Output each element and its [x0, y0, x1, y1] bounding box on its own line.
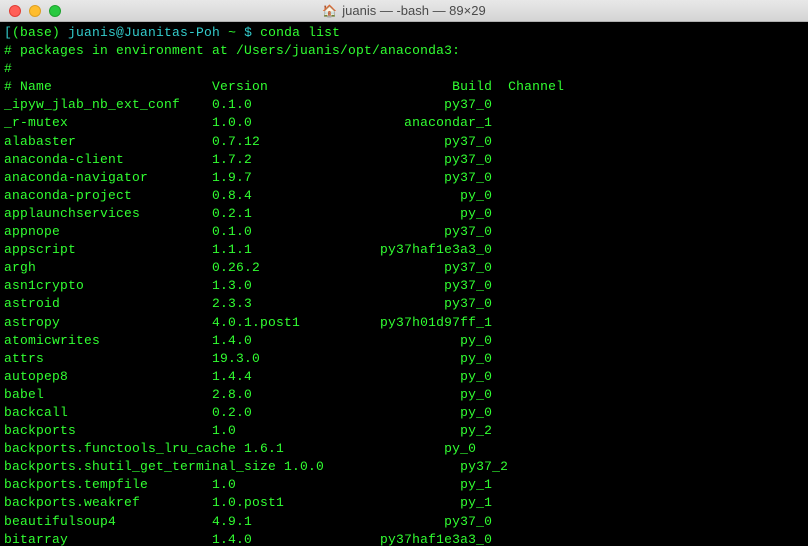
terminal-line: anaconda-client 1.7.2 py37_0 [4, 151, 804, 169]
prompt-env: (base) [12, 25, 68, 40]
table-row: anaconda-client 1.7.2 py37_0 [4, 152, 492, 167]
table-row: appscript 1.1.1 py37haf1e3a3_0 [4, 242, 492, 257]
traffic-lights [0, 5, 61, 17]
prompt-bracket: [ [4, 25, 12, 40]
table-row: anaconda-project 0.8.4 py_0 [4, 188, 492, 203]
table-row: backports.weakref 1.0.post1 py_1 [4, 495, 492, 510]
window-title: 🏠 juanis — -bash — 89×29 [0, 3, 808, 18]
table-row: argh 0.26.2 py37_0 [4, 260, 492, 275]
terminal-line: backports.functools_lru_cache 1.6.1 py_0 [4, 440, 804, 458]
table-row: _r-mutex 1.0.0 anacondar_1 [4, 115, 492, 130]
terminal-line: # [4, 60, 804, 78]
table-row: alabaster 0.7.12 py37_0 [4, 134, 492, 149]
env-comment: # packages in environment at /Users/juan… [4, 43, 460, 58]
prompt-dollar: $ [244, 25, 260, 40]
terminal-line: attrs 19.3.0 py_0 [4, 350, 804, 368]
table-row: backports.tempfile 1.0 py_1 [4, 477, 492, 492]
terminal-line: appnope 0.1.0 py37_0 [4, 223, 804, 241]
table-row: bitarray 1.4.0 py37haf1e3a3_0 [4, 532, 492, 546]
terminal-line: argh 0.26.2 py37_0 [4, 259, 804, 277]
terminal-line: astroid 2.3.3 py37_0 [4, 295, 804, 313]
terminal-line: backcall 0.2.0 py_0 [4, 404, 804, 422]
terminal-line: beautifulsoup4 4.9.1 py37_0 [4, 513, 804, 531]
terminal-line: _ipyw_jlab_nb_ext_conf 0.1.0 py37_0 [4, 96, 804, 114]
table-row: beautifulsoup4 4.9.1 py37_0 [4, 514, 492, 529]
window-title-text: juanis — -bash — 89×29 [342, 3, 485, 18]
terminal-line: atomicwrites 1.4.0 py_0 [4, 332, 804, 350]
maximize-icon[interactable] [49, 5, 61, 17]
prompt-userhost: juanis@Juanitas-Poh [68, 25, 228, 40]
table-row: astroid 2.3.3 py37_0 [4, 296, 492, 311]
minimize-icon[interactable] [29, 5, 41, 17]
prompt-path: ~ [228, 25, 244, 40]
terminal-line: bitarray 1.4.0 py37haf1e3a3_0 [4, 531, 804, 546]
terminal-output[interactable]: [(base) juanis@Juanitas-Poh ~ $ conda li… [0, 22, 808, 546]
titlebar: 🏠 juanis — -bash — 89×29 [0, 0, 808, 22]
table-row: asn1crypto 1.3.0 py37_0 [4, 278, 492, 293]
terminal-line: alabaster 0.7.12 py37_0 [4, 133, 804, 151]
close-icon[interactable] [9, 5, 21, 17]
terminal-line: anaconda-project 0.8.4 py_0 [4, 187, 804, 205]
terminal-line: backports.weakref 1.0.post1 py_1 [4, 494, 804, 512]
terminal-line: asn1crypto 1.3.0 py37_0 [4, 277, 804, 295]
terminal-line: # packages in environment at /Users/juan… [4, 42, 804, 60]
table-row: babel 2.8.0 py_0 [4, 387, 492, 402]
terminal-line: babel 2.8.0 py_0 [4, 386, 804, 404]
home-icon: 🏠 [322, 4, 337, 18]
terminal-line: # Name Version Build Channel [4, 78, 804, 96]
table-row: astropy 4.0.1.post1 py37h01d97ff_1 [4, 315, 492, 330]
terminal-line: backports 1.0 py_2 [4, 422, 804, 440]
terminal-line: appscript 1.1.1 py37haf1e3a3_0 [4, 241, 804, 259]
terminal-line: autopep8 1.4.4 py_0 [4, 368, 804, 386]
table-row: applaunchservices 0.2.1 py_0 [4, 206, 492, 221]
table-row: appnope 0.1.0 py37_0 [4, 224, 492, 239]
terminal-line: _r-mutex 1.0.0 anacondar_1 [4, 114, 804, 132]
table-row: backports.functools_lru_cache 1.6.1 py_0 [4, 441, 476, 456]
table-row: backcall 0.2.0 py_0 [4, 405, 492, 420]
table-header: # Name Version Build Channel [4, 79, 564, 94]
terminal-line: anaconda-navigator 1.9.7 py37_0 [4, 169, 804, 187]
table-row: backports.shutil_get_terminal_size 1.0.0… [4, 459, 508, 474]
table-row: anaconda-navigator 1.9.7 py37_0 [4, 170, 492, 185]
terminal-line: backports.tempfile 1.0 py_1 [4, 476, 804, 494]
table-row: _ipyw_jlab_nb_ext_conf 0.1.0 py37_0 [4, 97, 492, 112]
hash-comment: # [4, 61, 12, 76]
terminal-line: applaunchservices 0.2.1 py_0 [4, 205, 804, 223]
table-row: backports 1.0 py_2 [4, 423, 492, 438]
terminal-line: backports.shutil_get_terminal_size 1.0.0… [4, 458, 804, 476]
prompt-command: conda list [260, 25, 340, 40]
table-row: autopep8 1.4.4 py_0 [4, 369, 492, 384]
table-row: attrs 19.3.0 py_0 [4, 351, 492, 366]
table-row: atomicwrites 1.4.0 py_0 [4, 333, 492, 348]
terminal-line: astropy 4.0.1.post1 py37h01d97ff_1 [4, 314, 804, 332]
terminal-line: [(base) juanis@Juanitas-Poh ~ $ conda li… [4, 24, 804, 42]
